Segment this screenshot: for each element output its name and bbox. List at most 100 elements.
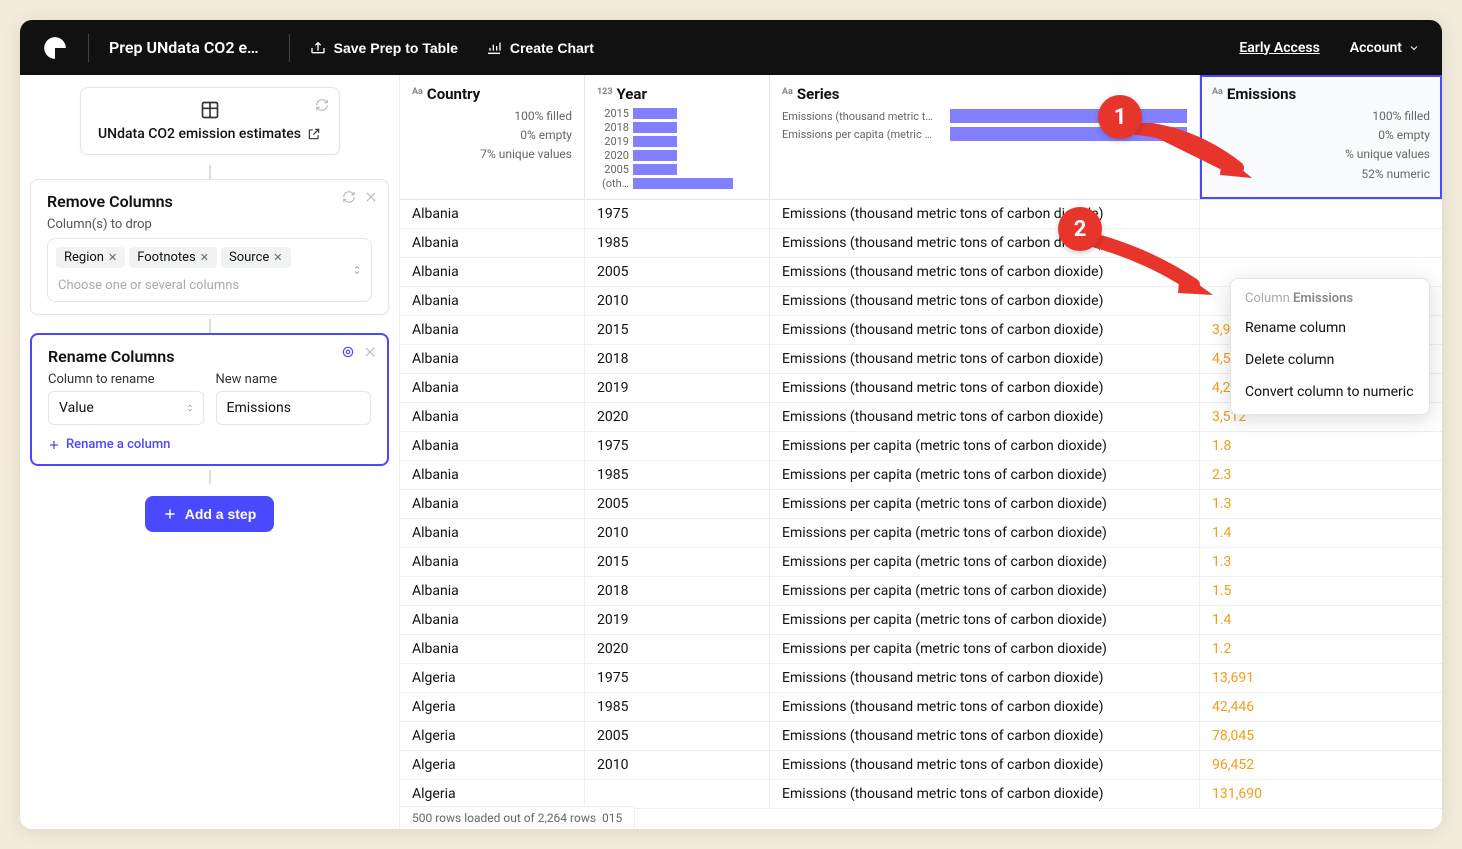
cell-year: 2019 (585, 606, 770, 634)
step-title: Remove Columns (47, 192, 372, 211)
source-node[interactable]: UNdata CO2 emission estimates (80, 87, 340, 155)
cell-country: Algeria (400, 664, 585, 692)
table-row[interactable]: Albania2019Emissions per capita (metric … (400, 606, 1442, 635)
cell-year: 1975 (585, 432, 770, 460)
cell-country: Algeria (400, 780, 585, 808)
chip-remove-icon[interactable]: ✕ (108, 251, 117, 264)
table-row[interactable]: Albania2020Emissions per capita (metric … (400, 635, 1442, 664)
save-prep-button[interactable]: Save Prep to Table (310, 40, 458, 56)
page-title: Prep UNdata CO2 e… (109, 38, 259, 57)
close-icon[interactable] (364, 190, 378, 204)
cell-year: 2020 (585, 403, 770, 431)
table-row[interactable]: Albania2018Emissions per capita (metric … (400, 577, 1442, 606)
table-icon (200, 100, 220, 120)
step-remove-columns[interactable]: Remove Columns Column(s) to drop Region … (30, 179, 389, 315)
cell-series: Emissions per capita (metric tons of car… (770, 635, 1200, 663)
cell-emissions: 1.2 (1200, 635, 1442, 663)
column-header-year[interactable]: 123Year 20152018201920202005(oth… (585, 75, 770, 199)
cell-year: 2015 (585, 316, 770, 344)
data-table: AaCountry 100% filled0% empty7% unique v… (400, 75, 1442, 829)
new-name-input[interactable]: Emissions (216, 391, 372, 425)
table-row[interactable]: Algeria1985Emissions (thousand metric to… (400, 693, 1442, 722)
source-name: UNdata CO2 emission estimates (98, 126, 321, 142)
table-row[interactable]: Albania1975Emissions per capita (metric … (400, 432, 1442, 461)
table-row[interactable]: Algeria2010Emissions (thousand metric to… (400, 751, 1442, 780)
chip-remove-icon[interactable]: ✕ (200, 251, 209, 264)
menu-title: Column Emissions (1231, 285, 1429, 312)
logo-icon (42, 35, 68, 61)
table-row[interactable]: Algeria2005Emissions (thousand metric to… (400, 722, 1442, 751)
cell-series: Emissions per capita (metric tons of car… (770, 490, 1200, 518)
arrow-1 (1132, 123, 1272, 197)
cell-country: Albania (400, 345, 585, 373)
step-subtitle: Column(s) to drop (47, 217, 372, 232)
column-select[interactable]: Value (48, 391, 204, 425)
cell-series: Emissions per capita (metric tons of car… (770, 548, 1200, 576)
table-row[interactable]: Algeria Emissions (thousand metric tons o… (400, 780, 1442, 809)
cell-country: Albania (400, 635, 585, 663)
connector (209, 470, 211, 484)
table-row[interactable]: Albania2015Emissions per capita (metric … (400, 548, 1442, 577)
cell-country: Algeria (400, 722, 585, 750)
early-access-link[interactable]: Early Access (1239, 40, 1319, 56)
close-icon[interactable] (363, 345, 377, 359)
connector (209, 165, 211, 179)
cell-year: 2010 (585, 751, 770, 779)
arrow-2 (1088, 235, 1228, 309)
column-distribution: 20152018201920202005(oth… (597, 107, 757, 190)
cell-series: Emissions per capita (metric tons of car… (770, 577, 1200, 605)
menu-rename-column[interactable]: Rename column (1231, 312, 1429, 344)
refresh-icon[interactable] (342, 190, 356, 204)
table-row[interactable]: Albania2010Emissions per capita (metric … (400, 519, 1442, 548)
table-row[interactable]: Albania1985Emissions (thousand metric to… (400, 229, 1442, 258)
table-row[interactable]: Algeria1975Emissions (thousand metric to… (400, 664, 1442, 693)
chip[interactable]: Source ✕ (221, 247, 291, 268)
cell-series: Emissions (thousand metric tons of carbo… (770, 722, 1200, 750)
cell-year: 2010 (585, 519, 770, 547)
menu-convert-numeric[interactable]: Convert column to numeric (1231, 376, 1429, 408)
table-row[interactable]: Albania1985Emissions per capita (metric … (400, 461, 1442, 490)
chip-remove-icon[interactable]: ✕ (273, 251, 282, 264)
field-label: New name (216, 372, 372, 387)
cell-country: Albania (400, 287, 585, 315)
cell-series: Emissions (thousand metric tons of carbo… (770, 780, 1200, 808)
cell-country: Albania (400, 229, 585, 257)
column-header-country[interactable]: AaCountry 100% filled0% empty7% unique v… (400, 75, 585, 199)
field-label: Column to rename (48, 372, 204, 387)
cell-country: Albania (400, 519, 585, 547)
cell-country: Albania (400, 258, 585, 286)
cell-year: 2015 (585, 548, 770, 576)
cell-year: 2005 (585, 722, 770, 750)
chart-icon (486, 40, 502, 56)
table-row[interactable]: Albania1975Emissions (thousand metric to… (400, 200, 1442, 229)
cell-year: 1985 (585, 461, 770, 489)
cell-year: 2005 (585, 490, 770, 518)
type-number-icon: 123 (597, 87, 613, 97)
add-rename-link[interactable]: Rename a column (48, 437, 371, 452)
external-link-icon (307, 127, 321, 141)
menu-delete-column[interactable]: Delete column (1231, 344, 1429, 376)
step-rename-columns[interactable]: Rename Columns Column to rename Value Ne… (30, 333, 389, 466)
chip[interactable]: Region ✕ (56, 247, 125, 268)
target-icon[interactable] (341, 345, 355, 359)
placeholder-text: Choose one or several columns (56, 274, 363, 297)
cell-series: Emissions (thousand metric tons of carbo… (770, 664, 1200, 692)
account-menu[interactable]: Account (1350, 40, 1420, 56)
chip[interactable]: Footnotes ✕ (129, 247, 217, 268)
cell-country: Albania (400, 548, 585, 576)
table-row[interactable]: Albania2005Emissions per capita (metric … (400, 490, 1442, 519)
cell-country: Albania (400, 374, 585, 402)
type-text-icon: Aa (1212, 87, 1223, 97)
cell-year: 2019 (585, 374, 770, 402)
cell-year: 1985 (585, 229, 770, 257)
plus-icon (48, 439, 60, 451)
cell-emissions: 1.8 (1200, 432, 1442, 460)
cell-year: 2020 (585, 635, 770, 663)
columns-multiselect[interactable]: Region ✕Footnotes ✕Source ✕ Choose one or… (47, 238, 372, 302)
refresh-icon[interactable] (315, 98, 329, 112)
cell-emissions (1200, 229, 1442, 257)
add-step-button[interactable]: Add a step (145, 496, 275, 532)
create-chart-button[interactable]: Create Chart (486, 40, 594, 56)
cell-year: 1975 (585, 200, 770, 228)
cell-year (585, 780, 770, 808)
